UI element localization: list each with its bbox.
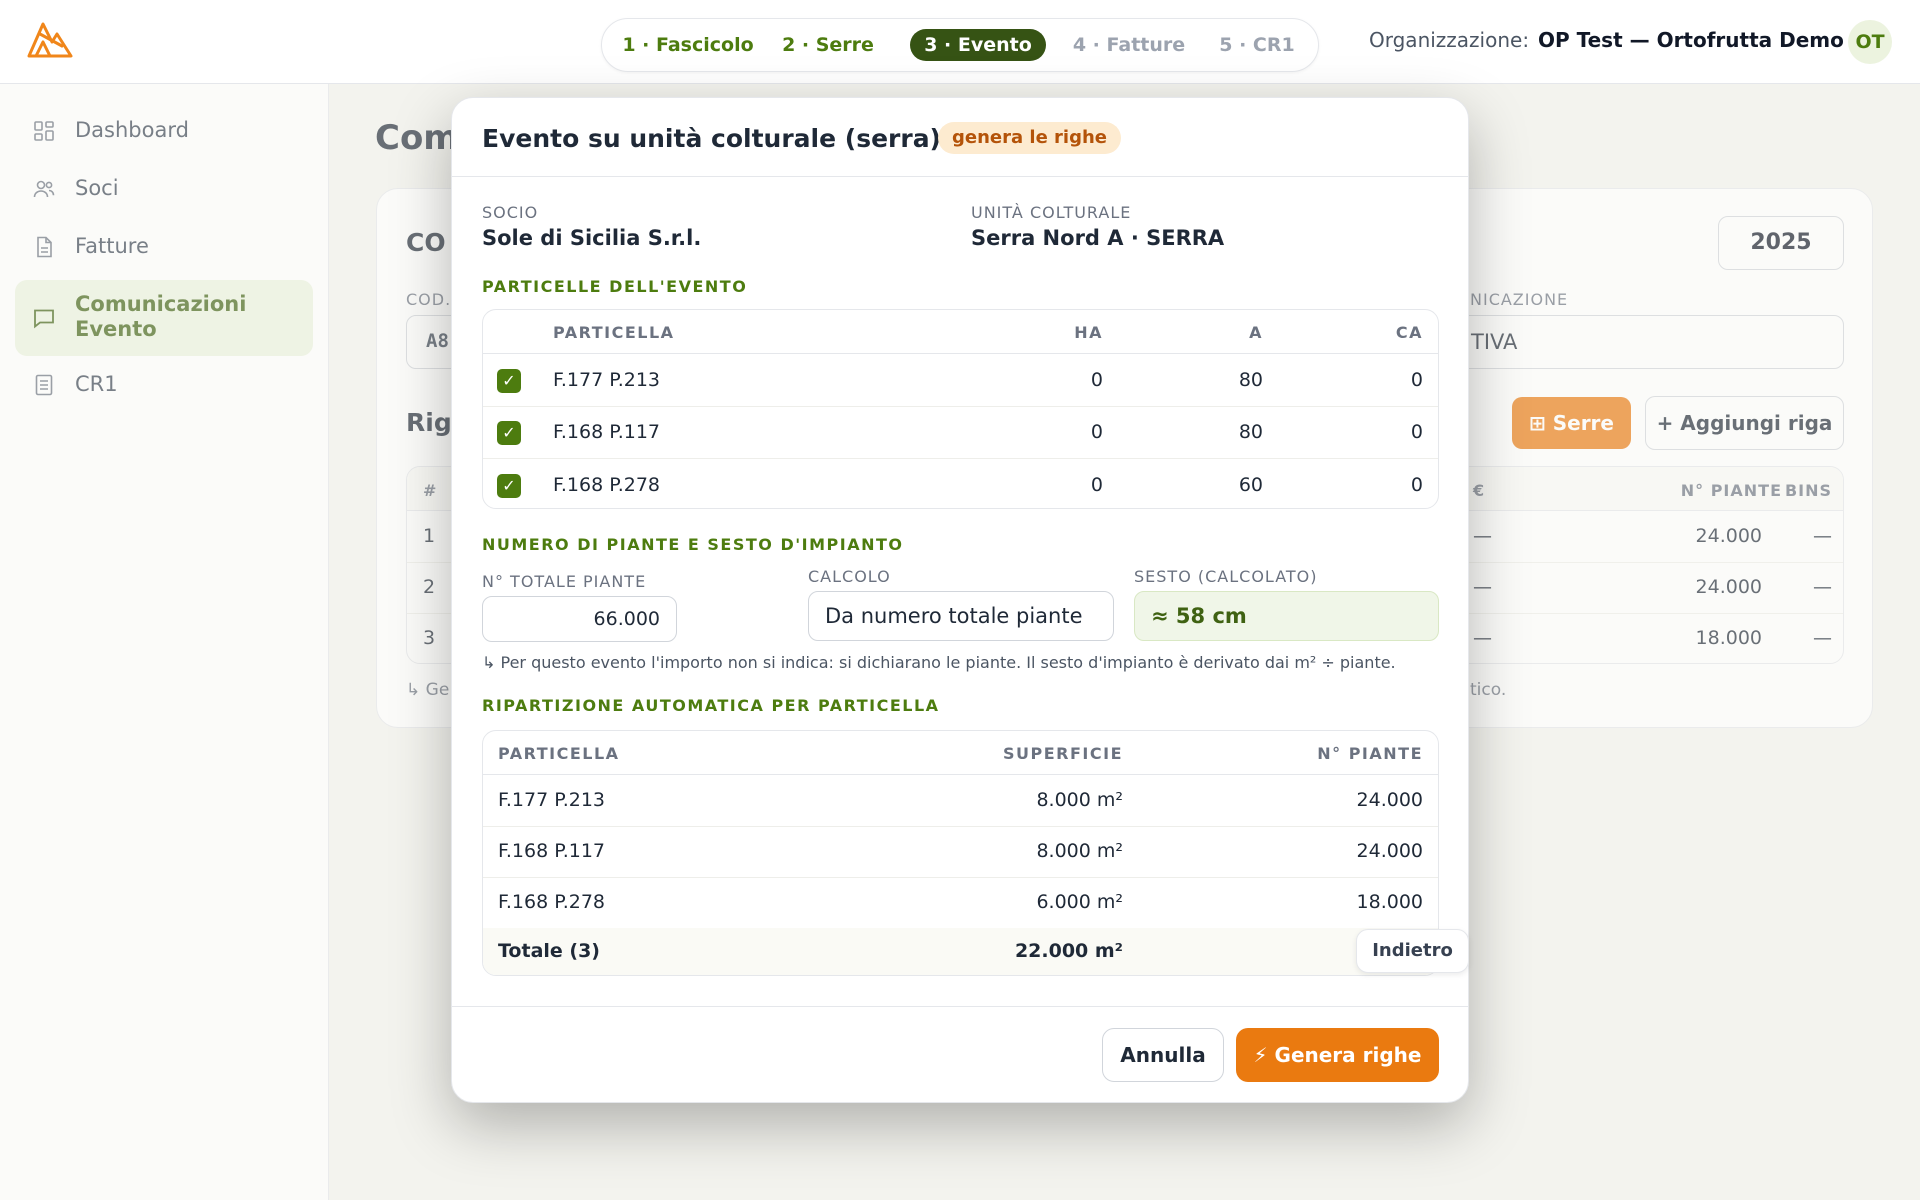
- row-divider: [483, 877, 1438, 878]
- particella-checkbox[interactable]: ✓: [497, 474, 521, 498]
- particella-name: F.168 P.117: [553, 421, 661, 443]
- particella-a: 80: [1238, 421, 1263, 443]
- calcolo-select[interactable]: Da numero totale piante: [808, 591, 1114, 641]
- total-superficie: 22.000 m²: [1014, 940, 1123, 962]
- ripartizione-particella: F.168 P.278: [498, 891, 606, 913]
- ripartizione-superficie: 8.000 m²: [1036, 789, 1123, 811]
- particella-ha: 0: [1090, 421, 1103, 443]
- total-label: Totale (3): [498, 940, 600, 962]
- unita-label: UNITÀ COLTURALE: [971, 203, 1132, 222]
- ripartizione-section-title: RIPARTIZIONE AUTOMATICA PER PARTICELLA: [482, 696, 940, 715]
- ripartizione-table: PARTICELLA SUPERFICIE N° PIANTE F.177 P.…: [482, 730, 1439, 976]
- socio-label: SOCIO: [482, 203, 539, 222]
- row-divider: [483, 458, 1438, 459]
- sesto-value: ≈ 58 cm: [1134, 591, 1439, 641]
- cancel-button[interactable]: Annulla: [1102, 1028, 1224, 1082]
- particelle-table: PARTICELLA HA A CA ✓ F.177 P.213 0 80 0 …: [482, 309, 1439, 509]
- header-particella: PARTICELLA: [553, 323, 675, 342]
- step-fascicolo[interactable]: 1 · Fascicolo: [620, 29, 756, 61]
- step-cr1[interactable]: 5 · CR1: [1212, 29, 1302, 61]
- footer-divider: [452, 1006, 1468, 1007]
- header-superficie: SUPERFICIE: [1003, 744, 1123, 763]
- particella-ca: 0: [1410, 369, 1423, 391]
- total-row: Totale (3) 22.000 m² 6: [483, 928, 1438, 975]
- ripartizione-piante: 18.000: [1356, 891, 1423, 913]
- socio-value: Sole di Sicilia S.r.l.: [482, 226, 702, 250]
- particella-ca: 0: [1410, 421, 1423, 443]
- particella-checkbox[interactable]: ✓: [497, 369, 521, 393]
- modal-title: Evento su unità colturale (serra): [482, 124, 941, 153]
- particelle-section-title: PARTICELLE DELL'EVENTO: [482, 277, 748, 296]
- hint-text: ↳ Per questo evento l'importo non si ind…: [482, 653, 1396, 672]
- particella-name: F.168 P.278: [553, 474, 661, 496]
- header-divider: [452, 176, 1468, 177]
- user-avatar[interactable]: OT: [1848, 20, 1892, 64]
- event-modal: Evento su unità colturale (serra) genera…: [451, 97, 1469, 1103]
- generate-rows-button[interactable]: ⚡ Genera righe: [1236, 1028, 1439, 1082]
- wizard-stepper: 1 · Fascicolo 2 · Serre 3 · Evento 4 · F…: [601, 18, 1319, 72]
- ripartizione-piante: 24.000: [1356, 789, 1423, 811]
- header-a: A: [1249, 323, 1263, 342]
- header-ha: HA: [1074, 323, 1103, 342]
- piante-section-title: NUMERO DI PIANTE E SESTO D'IMPIANTO: [482, 535, 904, 554]
- sesto-label: SESTO (CALCOLATO): [1134, 567, 1318, 586]
- row-divider: [483, 406, 1438, 407]
- totale-piante-label: N° TOTALE PIANTE: [482, 572, 647, 591]
- header-particella: PARTICELLA: [498, 744, 620, 763]
- particella-ha: 0: [1090, 369, 1103, 391]
- particella-checkbox[interactable]: ✓: [497, 421, 521, 445]
- logo-icon[interactable]: [26, 18, 74, 60]
- step-serre[interactable]: 2 · Serre: [778, 29, 878, 61]
- particella-ca: 0: [1410, 474, 1423, 496]
- particella-a: 60: [1238, 474, 1263, 496]
- header-ca: CA: [1395, 323, 1423, 342]
- ripartizione-particella: F.168 P.117: [498, 840, 606, 862]
- ripartizione-superficie: 8.000 m²: [1036, 840, 1123, 862]
- ripartizione-particella: F.177 P.213: [498, 789, 606, 811]
- step-fatture[interactable]: 4 · Fatture: [1060, 29, 1198, 61]
- row-divider: [483, 826, 1438, 827]
- particella-a: 80: [1238, 369, 1263, 391]
- calcolo-label: CALCOLO: [808, 567, 891, 586]
- status-badge: genera le righe: [938, 122, 1122, 154]
- particella-ha: 0: [1090, 474, 1103, 496]
- totale-piante-input[interactable]: [482, 596, 677, 642]
- organization-label: Organizzazione:: [1369, 28, 1530, 52]
- back-button[interactable]: Indietro: [1356, 929, 1469, 973]
- unita-value: Serra Nord A · SERRA: [971, 226, 1225, 250]
- particella-name: F.177 P.213: [553, 369, 661, 391]
- top-bar: 1 · Fascicolo 2 · Serre 3 · Evento 4 · F…: [0, 0, 1920, 84]
- header-piante: N° PIANTE: [1317, 744, 1423, 763]
- step-evento[interactable]: 3 · Evento: [910, 29, 1046, 61]
- ripartizione-piante: 24.000: [1356, 840, 1423, 862]
- ripartizione-superficie: 6.000 m²: [1036, 891, 1123, 913]
- organization-name: OP Test — Ortofrutta Demo: [1538, 28, 1844, 52]
- totale-piante-field[interactable]: [483, 597, 676, 641]
